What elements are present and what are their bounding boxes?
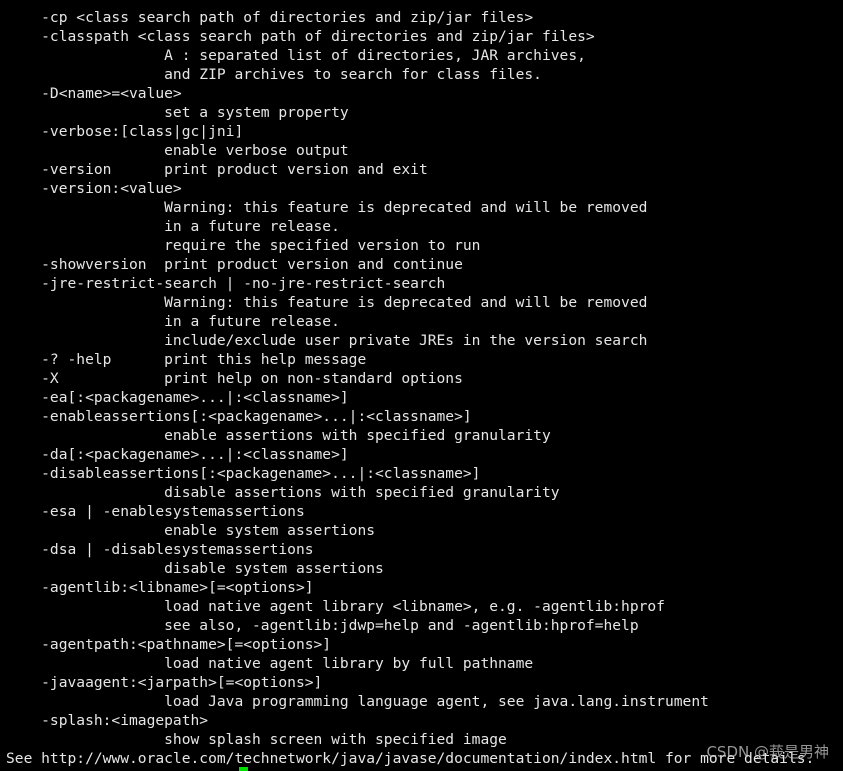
terminal-line: -disableassertions[:<packagename>...|:<c… [6, 465, 481, 482]
terminal-line: -D<name>=<value> [6, 85, 182, 102]
terminal-line: in a future release. [6, 313, 340, 330]
terminal-line: enable assertions with specified granula… [6, 427, 551, 444]
terminal-line: -agentlib:<libname>[=<options>] [6, 579, 314, 596]
terminal-line: -agentpath:<pathname>[=<options>] [6, 636, 332, 653]
terminal-line: -jre-restrict-search | -no-jre-restrict-… [6, 275, 446, 292]
terminal-line: require the specified version to run [6, 237, 481, 254]
terminal-line: -showversion print product version and c… [6, 256, 463, 273]
terminal-cursor [239, 767, 248, 771]
terminal-line: -X print help on non-standard options [6, 370, 463, 387]
terminal-line: disable assertions with specified granul… [6, 484, 560, 501]
terminal-line: set a system property [6, 104, 349, 121]
terminal-line: enable system assertions [6, 522, 376, 539]
terminal-line: Warning: this feature is deprecated and … [6, 294, 648, 311]
terminal-line: disable system assertions [6, 560, 384, 577]
terminal-line: -verbose:[class|gc|jni] [6, 123, 244, 140]
terminal-line: -classpath <class search path of directo… [6, 28, 595, 45]
terminal-line: in a future release. [6, 218, 340, 235]
terminal-line: see also, -agentlib:jdwp=help and -agent… [6, 617, 639, 634]
terminal-line: -ea[:<packagename>...|:<classname>] [6, 389, 349, 406]
terminal-line: A : separated list of directories, JAR a… [6, 47, 586, 64]
terminal-line: -dsa | -disablesystemassertions [6, 541, 314, 558]
terminal-line: -version print product version and exit [6, 161, 428, 178]
terminal-line: and ZIP archives to search for class fil… [6, 66, 542, 83]
terminal-output: -cp <class search path of directories an… [6, 8, 814, 768]
terminal-line: -esa | -enablesystemassertions [6, 503, 305, 520]
terminal-line: -da[:<packagename>...|:<classname>] [6, 446, 349, 463]
terminal-line: enable verbose output [6, 142, 349, 159]
terminal-line: -javaagent:<jarpath>[=<options>] [6, 674, 323, 691]
terminal-line: -splash:<imagepath> [6, 712, 209, 729]
terminal-line: See http://www.oracle.com/technetwork/ja… [6, 750, 815, 767]
terminal-line: -? -help print this help message [6, 351, 367, 368]
terminal-line: -version:<value> [6, 180, 182, 197]
terminal-line: include/exclude user private JREs in the… [6, 332, 648, 349]
terminal-line: load Java programming language agent, se… [6, 693, 709, 710]
watermark: CSDN @莪是男神 [706, 743, 829, 761]
terminal-line: load native agent library <libname>, e.g… [6, 598, 665, 615]
terminal-line: show splash screen with specified image [6, 731, 507, 748]
terminal-line: Warning: this feature is deprecated and … [6, 199, 648, 216]
terminal-line: load native agent library by full pathna… [6, 655, 534, 672]
terminal-line: -enableassertions[:<packagename>...|:<cl… [6, 408, 472, 425]
terminal-line: -cp <class search path of directories an… [6, 9, 534, 26]
